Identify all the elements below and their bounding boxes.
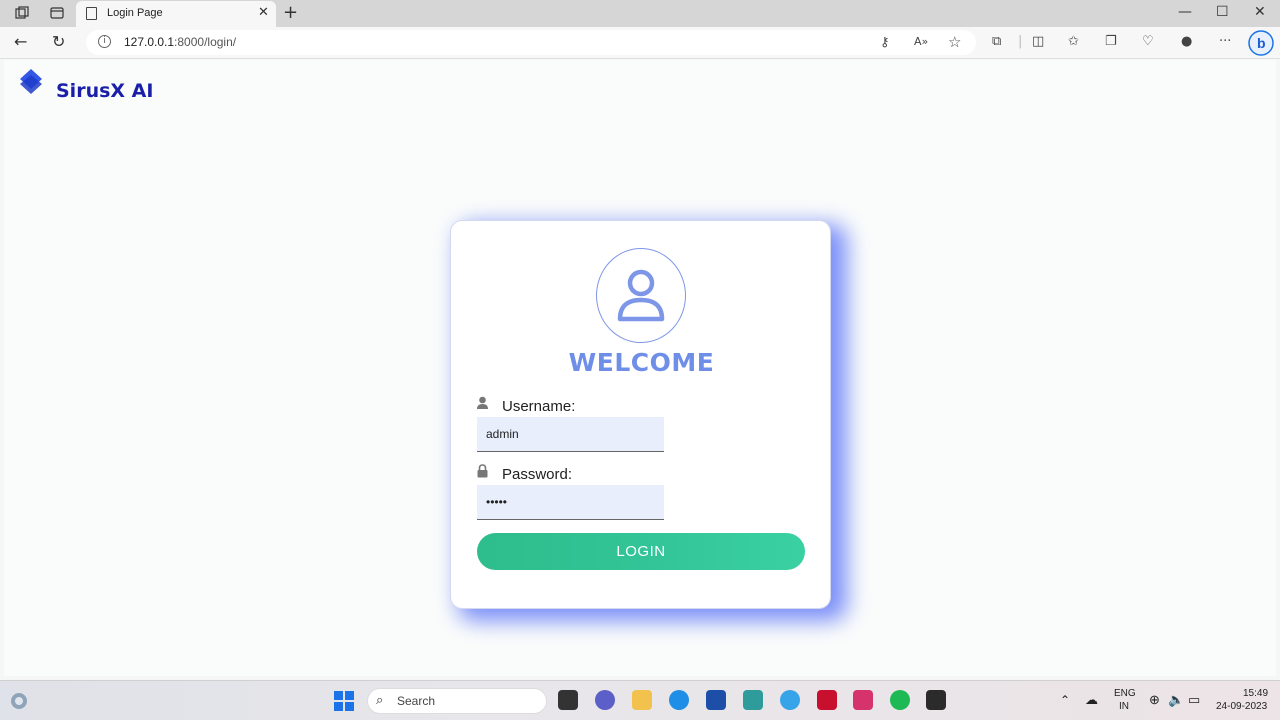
spotify-icon[interactable] [890, 690, 910, 710]
search-icon: ⌕ [376, 693, 384, 708]
app-icon[interactable] [743, 690, 763, 710]
battery-icon[interactable]: ▭ [1188, 692, 1200, 708]
tab-actions-icon[interactable] [50, 6, 64, 20]
browser-tab-bar: Login Page ✕ + — ☐ ✕ [0, 0, 1280, 27]
back-arrow-icon[interactable]: ← [14, 32, 27, 51]
password-key-icon[interactable]: ⚷ [880, 35, 890, 50]
workspaces-icon[interactable] [15, 6, 29, 20]
refresh-icon[interactable]: ↻ [52, 32, 65, 51]
minimize-button[interactable]: — [1178, 4, 1192, 20]
start-button[interactable] [334, 691, 354, 711]
tab-title: Login Page [107, 7, 163, 19]
onedrive-icon[interactable]: ☁ [1085, 692, 1098, 708]
maximize-button[interactable]: ☐ [1216, 4, 1229, 20]
collections-icon[interactable]: ❐ [1105, 34, 1117, 49]
site-info-icon[interactable]: i [98, 35, 111, 48]
favorite-star-icon[interactable]: ☆ [948, 33, 961, 51]
more-menu-icon[interactable]: ··· [1219, 34, 1231, 49]
file-explorer-icon[interactable] [632, 690, 652, 710]
task-view-icon[interactable] [558, 690, 578, 710]
copilot-icon[interactable]: b [1248, 30, 1274, 56]
user-avatar-icon [596, 248, 686, 343]
page-content: SirusX AI WELCOME Username: Password: LO… [4, 60, 1276, 676]
clock-date[interactable]: 24-09-2023 [1216, 701, 1267, 712]
widgets-icon[interactable] [10, 692, 28, 710]
close-window-button[interactable]: ✕ [1254, 4, 1266, 20]
address-bar[interactable]: i 127.0.0.1:8000/login/ ⚷ A» ☆ [86, 30, 976, 55]
lock-icon [477, 464, 488, 478]
search-placeholder: Search [397, 694, 436, 708]
favorites-icon[interactable]: ✩ [1068, 34, 1079, 49]
chevron-up-icon[interactable]: ⌃ [1060, 693, 1070, 707]
language-eng[interactable]: ENG [1114, 688, 1136, 699]
login-button[interactable]: LOGIN [477, 533, 805, 570]
brand-logo-icon [20, 69, 42, 94]
tab-login-page[interactable]: Login Page ✕ [76, 1, 276, 27]
browser-essentials-icon[interactable]: ♡ [1142, 34, 1154, 49]
new-tab-button[interactable]: + [283, 2, 298, 23]
brand-name: SirusX AI [56, 80, 154, 102]
clock-time[interactable]: 15:49 [1243, 688, 1268, 699]
svg-text:b: b [1257, 35, 1266, 51]
page-icon [86, 7, 97, 20]
username-input[interactable] [477, 417, 664, 452]
extensions-icon[interactable]: ⧉ [992, 34, 1001, 49]
profile-icon[interactable]: ● [1181, 34, 1192, 49]
terminal-icon[interactable] [926, 690, 946, 710]
browser-toolbar: ← ↻ i 127.0.0.1:8000/login/ ⚷ A» ☆ ⧉ | ◫… [0, 27, 1280, 59]
mcafee-icon[interactable] [817, 690, 837, 710]
welcome-heading: WELCOME [568, 348, 715, 377]
volume-icon[interactable]: 🔈 [1168, 692, 1184, 708]
edge-icon[interactable] [669, 690, 689, 710]
instagram-icon[interactable] [853, 690, 873, 710]
chat-icon[interactable] [595, 690, 615, 710]
network-icon[interactable]: ⊕ [1149, 692, 1160, 708]
url-text[interactable]: 127.0.0.1:8000/login/ [124, 35, 236, 49]
store-icon[interactable] [706, 690, 726, 710]
app-icon[interactable] [780, 690, 800, 710]
close-tab-icon[interactable]: ✕ [258, 5, 269, 20]
read-aloud-icon[interactable]: A» [914, 35, 928, 48]
taskbar: ⌕ Search ⌃ ☁ ENG IN ⊕ 🔈 ▭ 15:49 24-09-20… [0, 680, 1280, 720]
toolbar-divider: | [1018, 34, 1023, 49]
password-input[interactable] [477, 485, 664, 520]
login-card: WELCOME Username: Password: LOGIN [450, 220, 831, 609]
language-in[interactable]: IN [1119, 701, 1129, 712]
taskbar-search[interactable]: ⌕ Search [367, 688, 547, 714]
split-screen-icon[interactable]: ◫ [1032, 34, 1044, 49]
user-icon [477, 396, 488, 409]
